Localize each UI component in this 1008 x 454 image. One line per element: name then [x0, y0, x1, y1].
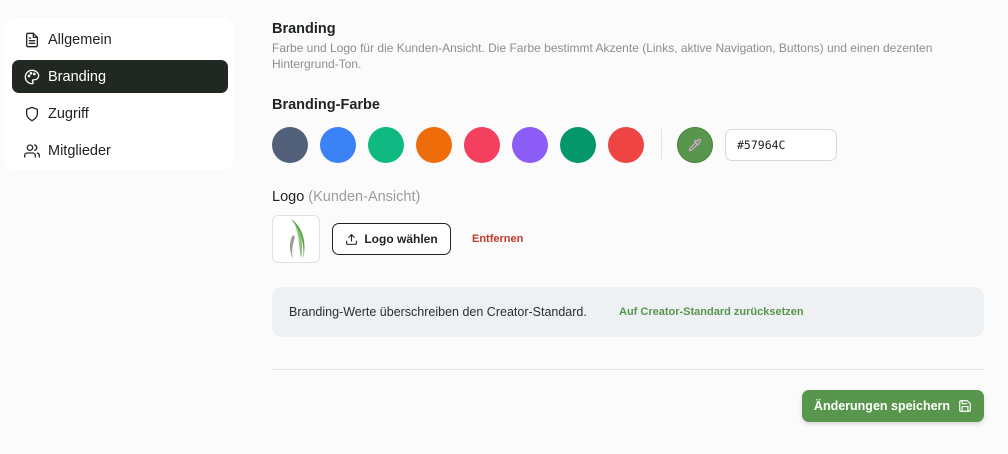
color-swatch-green[interactable]	[560, 127, 596, 163]
divider	[661, 129, 662, 159]
custom-color-picker[interactable]	[677, 127, 713, 163]
sidebar-item-allgemein[interactable]: Allgemein	[12, 23, 228, 56]
save-changes-button[interactable]: Änderungen speichern	[802, 390, 984, 422]
sidebar-item-mitglieder[interactable]: Mitglieder	[12, 134, 228, 167]
logo-label-hint: (Kunden-Ansicht)	[308, 189, 421, 205]
save-button-label: Änderungen speichern	[813, 399, 951, 413]
color-swatch-emerald[interactable]	[368, 127, 404, 163]
save-icon	[958, 399, 972, 413]
sidebar-item-label: Zugriff	[48, 105, 89, 122]
shield-icon	[24, 106, 40, 122]
settings-sidebar: Allgemein Branding Zugriff Mitglieder	[4, 18, 234, 170]
users-icon	[24, 143, 40, 159]
logo-preview	[272, 215, 320, 263]
sidebar-item-label: Allgemein	[48, 31, 112, 48]
color-swatch-red[interactable]	[608, 127, 644, 163]
info-banner: Branding-Werte überschreiben den Creator…	[272, 287, 984, 337]
palette-icon	[24, 69, 40, 85]
hex-color-input[interactable]	[725, 129, 837, 161]
sidebar-item-branding[interactable]: Branding	[12, 60, 228, 93]
logo-label-text: Logo	[272, 189, 305, 205]
logo-label: Logo (Kunden-Ansicht)	[272, 189, 420, 205]
document-icon	[24, 32, 40, 48]
remove-logo-button[interactable]: Entfernen	[472, 233, 523, 245]
choose-logo-button[interactable]: Logo wählen	[332, 223, 451, 255]
section-title: Branding	[272, 21, 336, 37]
color-swatch-orange[interactable]	[416, 127, 452, 163]
section-description: Farbe und Logo für die Kunden-Ansicht. D…	[272, 41, 933, 71]
sidebar-item-zugriff[interactable]: Zugriff	[12, 97, 228, 130]
info-text: Branding-Werte überschreiben den Creator…	[289, 305, 587, 319]
sidebar-item-label: Branding	[48, 68, 107, 85]
color-swatch-slate[interactable]	[272, 127, 308, 163]
logo-image	[290, 219, 305, 259]
color-swatch-violet[interactable]	[512, 127, 548, 163]
upload-icon	[345, 233, 358, 246]
reset-to-default-link[interactable]: Auf Creator-Standard zurücksetzen	[619, 306, 804, 318]
sidebar-item-label: Mitglieder	[48, 142, 111, 159]
color-label: Branding-Farbe	[272, 97, 380, 113]
eyedropper-icon	[688, 138, 702, 152]
choose-logo-label: Logo wählen	[364, 232, 438, 246]
color-swatch-rose[interactable]	[464, 127, 500, 163]
divider	[272, 369, 984, 370]
color-swatch-blue[interactable]	[320, 127, 356, 163]
